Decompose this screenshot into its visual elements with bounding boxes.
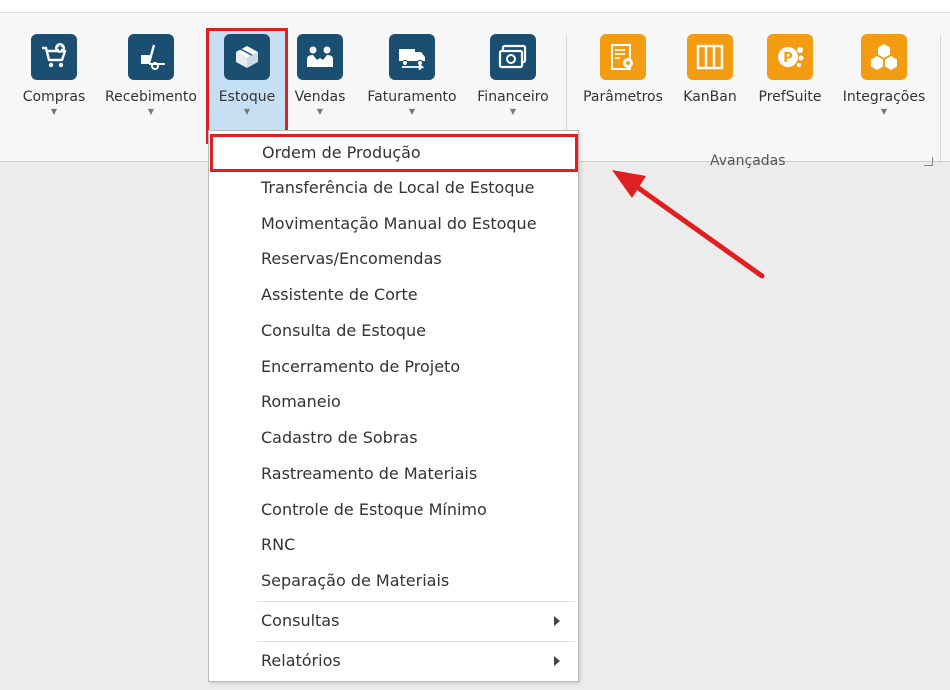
kanban-label: KanBan bbox=[683, 89, 737, 105]
menu-item-label: Controle de Estoque Mínimo bbox=[261, 500, 487, 519]
menu-item-reservas[interactable]: Reservas/Encomendas bbox=[209, 244, 578, 274]
recebimento-label: Recebimento bbox=[105, 89, 197, 105]
menu-item-consultas[interactable]: Consultas bbox=[209, 606, 578, 636]
chevron-down-icon: ▼ bbox=[880, 107, 888, 116]
top-strip bbox=[0, 0, 950, 12]
integracoes-label: Integrações bbox=[842, 89, 926, 105]
recebimento-button[interactable]: Recebimento ▼ bbox=[102, 33, 200, 141]
chevron-down-icon: ▼ bbox=[509, 107, 517, 116]
chevron-down-icon: ▼ bbox=[408, 107, 416, 116]
menu-item-encerramento[interactable]: Encerramento de Projeto bbox=[209, 352, 578, 382]
cubes-icon bbox=[861, 34, 907, 80]
menu-item-label: Consultas bbox=[261, 611, 340, 630]
financeiro-button[interactable]: Financeiro ▼ bbox=[472, 33, 554, 141]
menu-item-label: Relatórios bbox=[261, 651, 341, 670]
menu-item-label: Movimentação Manual do Estoque bbox=[261, 214, 537, 233]
menu-item-label: RNC bbox=[261, 535, 296, 554]
menu-item-transferencia[interactable]: Transferência de Local de Estoque bbox=[209, 173, 578, 203]
menu-item-movimentacao[interactable]: Movimentação Manual do Estoque bbox=[209, 209, 578, 239]
chevron-right-icon bbox=[554, 616, 560, 626]
chevron-right-icon bbox=[554, 656, 560, 666]
money-icon bbox=[490, 34, 536, 80]
estoque-dropdown-menu: Ordem de Produção Transferência de Local… bbox=[208, 130, 579, 682]
chevron-down-icon: ▼ bbox=[50, 107, 58, 116]
menu-item-label: Rastreamento de Materiais bbox=[261, 464, 478, 483]
compras-button[interactable]: Compras ▼ bbox=[18, 33, 90, 141]
handshake-icon bbox=[297, 34, 343, 80]
compras-label: Compras bbox=[22, 89, 86, 105]
menu-item-label: Cadastro de Sobras bbox=[261, 428, 418, 447]
menu-item-assistente-corte[interactable]: Assistente de Corte bbox=[209, 280, 578, 310]
hand-truck-icon bbox=[128, 34, 174, 80]
menu-item-estoque-minimo[interactable]: Controle de Estoque Mínimo bbox=[209, 495, 578, 525]
menu-item-separacao[interactable]: Separação de Materiais bbox=[209, 566, 578, 596]
menu-item-romaneio[interactable]: Romaneio bbox=[209, 387, 578, 417]
cart-icon bbox=[31, 34, 77, 80]
dialog-launcher-icon[interactable] bbox=[924, 157, 933, 166]
kanban-icon bbox=[687, 34, 733, 80]
boxes-icon bbox=[224, 34, 270, 80]
menu-item-label: Transferência de Local de Estoque bbox=[261, 178, 535, 197]
menu-divider bbox=[257, 601, 575, 602]
menu-item-label: Romaneio bbox=[261, 392, 341, 411]
parametros-button[interactable]: Parâmetros bbox=[578, 33, 668, 141]
menu-item-label: Encerramento de Projeto bbox=[261, 357, 461, 376]
chevron-down-icon: ▼ bbox=[243, 107, 251, 116]
menu-item-rastreamento[interactable]: Rastreamento de Materiais bbox=[209, 459, 578, 489]
ribbon-group-separator bbox=[940, 35, 941, 163]
prefsuite-label: PrefSuite bbox=[758, 89, 822, 105]
menu-item-label: Assistente de Corte bbox=[261, 285, 418, 304]
menu-item-label: Reservas/Encomendas bbox=[261, 249, 442, 268]
parametros-label: Parâmetros bbox=[583, 89, 663, 105]
menu-item-cadastro-sobras[interactable]: Cadastro de Sobras bbox=[209, 423, 578, 453]
estoque-label: Estoque bbox=[218, 89, 276, 105]
chevron-down-icon: ▼ bbox=[316, 107, 324, 116]
menu-item-consulta-estoque[interactable]: Consulta de Estoque bbox=[209, 316, 578, 346]
chevron-down-icon: ▼ bbox=[147, 107, 155, 116]
menu-item-label: Separação de Materiais bbox=[261, 571, 450, 590]
menu-item-relatorios[interactable]: Relatórios bbox=[209, 646, 578, 676]
svg-text:P: P bbox=[783, 51, 793, 66]
integracoes-button[interactable]: Integrações ▼ bbox=[838, 33, 930, 141]
settings-sheet-icon bbox=[600, 34, 646, 80]
financeiro-label: Financeiro bbox=[477, 89, 549, 105]
faturamento-button[interactable]: Faturamento ▼ bbox=[362, 33, 462, 141]
estoque-button[interactable]: Estoque ▼ bbox=[206, 28, 288, 144]
faturamento-label: Faturamento bbox=[367, 89, 457, 105]
prefsuite-button[interactable]: P PrefSuite bbox=[752, 33, 828, 141]
vendas-label: Vendas bbox=[294, 89, 346, 105]
kanban-button[interactable]: KanBan bbox=[678, 33, 742, 141]
menu-item-rnc[interactable]: RNC bbox=[209, 530, 578, 560]
ribbon-group-label: Avançadas bbox=[710, 153, 786, 169]
menu-item-label: Ordem de Produção bbox=[262, 143, 421, 162]
menu-item-ordem-producao[interactable]: Ordem de Produção bbox=[210, 134, 578, 172]
prefsuite-icon: P bbox=[767, 34, 813, 80]
menu-divider bbox=[257, 641, 575, 642]
vendas-button[interactable]: Vendas ▼ bbox=[290, 33, 350, 141]
truck-icon bbox=[389, 34, 435, 80]
menu-item-label: Consulta de Estoque bbox=[261, 321, 426, 340]
